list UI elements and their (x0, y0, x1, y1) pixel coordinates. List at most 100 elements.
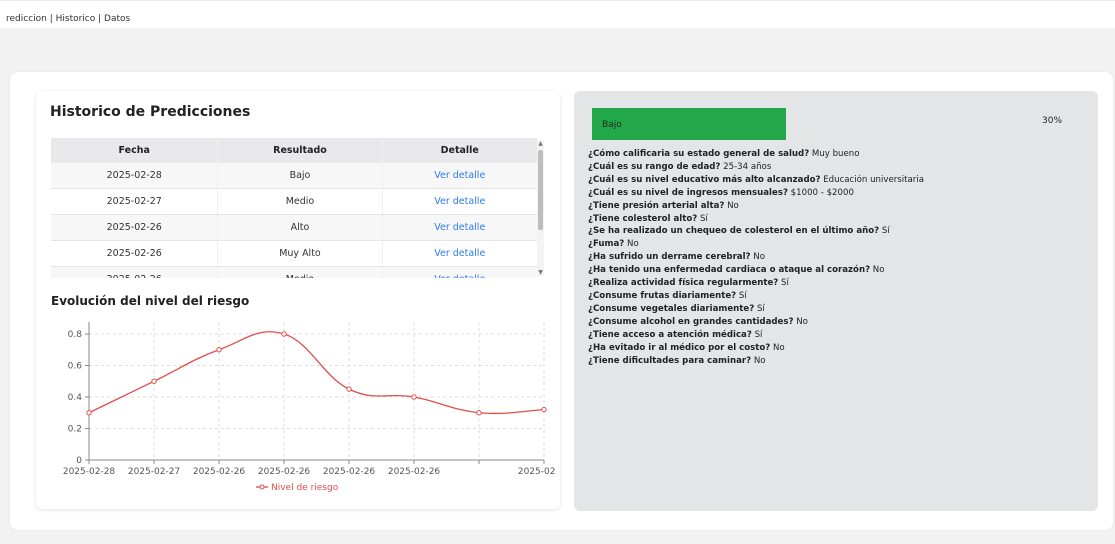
ver-detalle-link[interactable]: Ver detalle (381, 266, 537, 278)
history-title: Historico de Predicciones (50, 104, 251, 120)
nav-links[interactable]: rediccion | Historico | Datos (6, 14, 130, 24)
legend-label[interactable]: Nivel de riesgo (271, 483, 339, 493)
data-point[interactable] (476, 410, 482, 416)
answer-row: ¿Consume alcohol en grandes cantidades? … (588, 316, 1088, 329)
answer-text: No (796, 316, 808, 327)
answer-row: ¿Ha tenido una enfermedad cardiaca o ata… (588, 264, 1088, 277)
x-tick-label: 2025-02-26 (388, 467, 441, 477)
x-tick-label: 2025-02-26 (193, 467, 246, 477)
answer-row: ¿Tiene dificultades para caminar? No (588, 355, 1088, 368)
table-row: 2025-02-27 Medio Ver detalle (51, 188, 537, 215)
y-tick-label: 0 (76, 456, 82, 466)
cell-resultado: Bajo (217, 163, 383, 189)
answer-row: ¿Realiza actividad física regularmente? … (588, 277, 1088, 290)
question-text: ¿Consume frutas diariamente? (588, 290, 737, 301)
x-tick-label: 2025-02-26 (258, 467, 311, 477)
question-text: ¿Tiene acceso a atención médica? (588, 329, 752, 340)
risk-level-bar: Bajo (592, 108, 1076, 140)
ver-detalle-link[interactable]: Ver detalle (381, 240, 537, 267)
answer-text: 25-34 años (723, 161, 772, 172)
answer-row: ¿Ha evitado ir al médico por el costo? N… (588, 342, 1088, 355)
cell-fecha: 2025-02-27 (51, 188, 218, 215)
table-row: 2025-02-26 Alto Ver detalle (51, 214, 537, 241)
scroll-thumb[interactable] (538, 150, 543, 230)
answer-row: ¿Tiene presión arterial alta? No (588, 200, 1088, 213)
column-header-detalle[interactable]: Detalle (381, 138, 537, 163)
answer-text: No (772, 342, 785, 353)
x-tick-label: 2025-02-26 (518, 467, 555, 477)
answer-row: ¿Cuál es su nivel educativo más alto alc… (588, 174, 1088, 187)
question-text: ¿Ha tenido una enfermedad cardiaca o ata… (588, 265, 871, 276)
answer-text: No (727, 200, 739, 211)
ver-detalle-link[interactable]: Ver detalle (381, 188, 537, 215)
cell-resultado: Alto (217, 214, 383, 241)
question-text: ¿Ha evitado ir al médico por el costo? (588, 342, 771, 353)
data-point[interactable] (541, 406, 547, 413)
x-tick-label: 2025-02-27 (128, 467, 180, 477)
answer-row: ¿Cuál es su rango de edad? 25-34 años (588, 161, 1088, 174)
question-text: ¿Tiene dificultades para caminar? (588, 355, 752, 366)
answer-text: Sí (699, 213, 708, 224)
risk-line-chart: 0 0.2 0.4 0.6 0.8 2025-02-28 2025-02-27 2025-0… (63, 322, 555, 493)
table-scrollbar[interactable]: ▲ ▼ (537, 140, 544, 276)
ver-detalle-link[interactable]: Ver detalle (381, 214, 537, 241)
table-header-row: Fecha Resultado Detalle (51, 138, 537, 163)
cell-fecha: 2025-02-26 (51, 240, 218, 267)
answer-text: Sí (881, 226, 890, 237)
risk-percent: 30% (1042, 116, 1063, 126)
cell-resultado: Medio (217, 188, 383, 215)
risk-level-label: Bajo (602, 120, 622, 130)
question-text: ¿Realiza actividad física regularmente? (588, 278, 779, 289)
answer-text: No (753, 252, 765, 263)
question-text: ¿Fuma? (588, 239, 625, 250)
answer-row: ¿Se ha realizado un chequeo de colestero… (588, 225, 1088, 238)
scroll-down-arrow-icon[interactable]: ▼ (537, 269, 544, 276)
question-text: ¿Consume vegetales diariamente? (588, 303, 755, 314)
scroll-up-arrow-icon[interactable]: ▲ (537, 140, 544, 147)
y-tick-label: 0.2 (68, 425, 82, 435)
answer-text: Sí (756, 303, 765, 314)
answer-row: ¿Fuma? No (588, 238, 1088, 251)
answer-text: No (627, 239, 639, 250)
cell-resultado: Medio (217, 266, 383, 278)
column-header-fecha[interactable]: Fecha (51, 138, 218, 163)
y-tick-label: 0.8 (68, 330, 83, 340)
y-tick-label: 0.4 (68, 393, 83, 403)
answer-row: ¿Cómo calificaria su estado general de s… (588, 148, 1088, 161)
x-tick-label: 2025-02-26 (323, 467, 376, 477)
table-row: 2025-02-26 Muy Alto Ver detalle (51, 240, 537, 267)
answer-text: Sí (754, 329, 763, 340)
question-text: ¿Cómo calificaria su estado general de s… (588, 149, 810, 159)
x-tick-label: 2025-02-28 (63, 467, 116, 477)
question-text: ¿Ha sufrido un derrame cerebral? (588, 252, 751, 263)
data-point[interactable] (216, 347, 222, 353)
question-text: ¿Tiene colesterol alto? (588, 213, 698, 224)
answer-row: ¿Consume vegetales diariamente? Sí (588, 303, 1088, 316)
cell-fecha: 2025-02-26 (51, 214, 218, 241)
cell-fecha: 2025-02-26 (51, 266, 218, 278)
answer-row: ¿Consume frutas diariamente? Sí (588, 290, 1088, 303)
question-text: ¿Se ha realizado un chequeo de colestero… (588, 226, 880, 237)
column-header-resultado[interactable]: Resultado (217, 138, 383, 163)
table-row: 2025-02-28 Bajo Ver detalle (51, 163, 537, 189)
data-point[interactable] (346, 386, 352, 392)
answer-row: ¿Tiene colesterol alto? Sí (588, 213, 1088, 226)
data-point[interactable] (411, 394, 417, 400)
answer-row: ¿Cuál es su nivel de ingresos mensuales?… (588, 187, 1088, 200)
answer-row: ¿Ha sufrido un derrame cerebral? No (588, 251, 1088, 264)
ver-detalle-link[interactable]: Ver detalle (381, 163, 537, 189)
history-table-wrap[interactable]: Fecha Resultado Detalle 2025-02-28 Bajo … (51, 138, 539, 278)
question-text: ¿Cuál es su nivel educativo más alto alc… (588, 174, 821, 185)
evolution-title: Evolución del nivel del riesgo (51, 294, 250, 308)
data-point[interactable] (151, 378, 157, 384)
legend-marker-icon (259, 484, 265, 490)
data-point[interactable] (86, 410, 92, 416)
data-point[interactable] (281, 331, 287, 337)
answers-list: ¿Cómo calificaria su estado general de s… (588, 148, 1088, 367)
answer-text: Educación universitaria (823, 174, 924, 185)
answer-text: $1000 - $2000 (790, 187, 854, 198)
series-line (88, 331, 545, 415)
answer-text: No (753, 355, 766, 366)
table-row: 2025-02-26 Medio Ver detalle (51, 266, 537, 278)
answer-text: Sí (738, 290, 747, 301)
